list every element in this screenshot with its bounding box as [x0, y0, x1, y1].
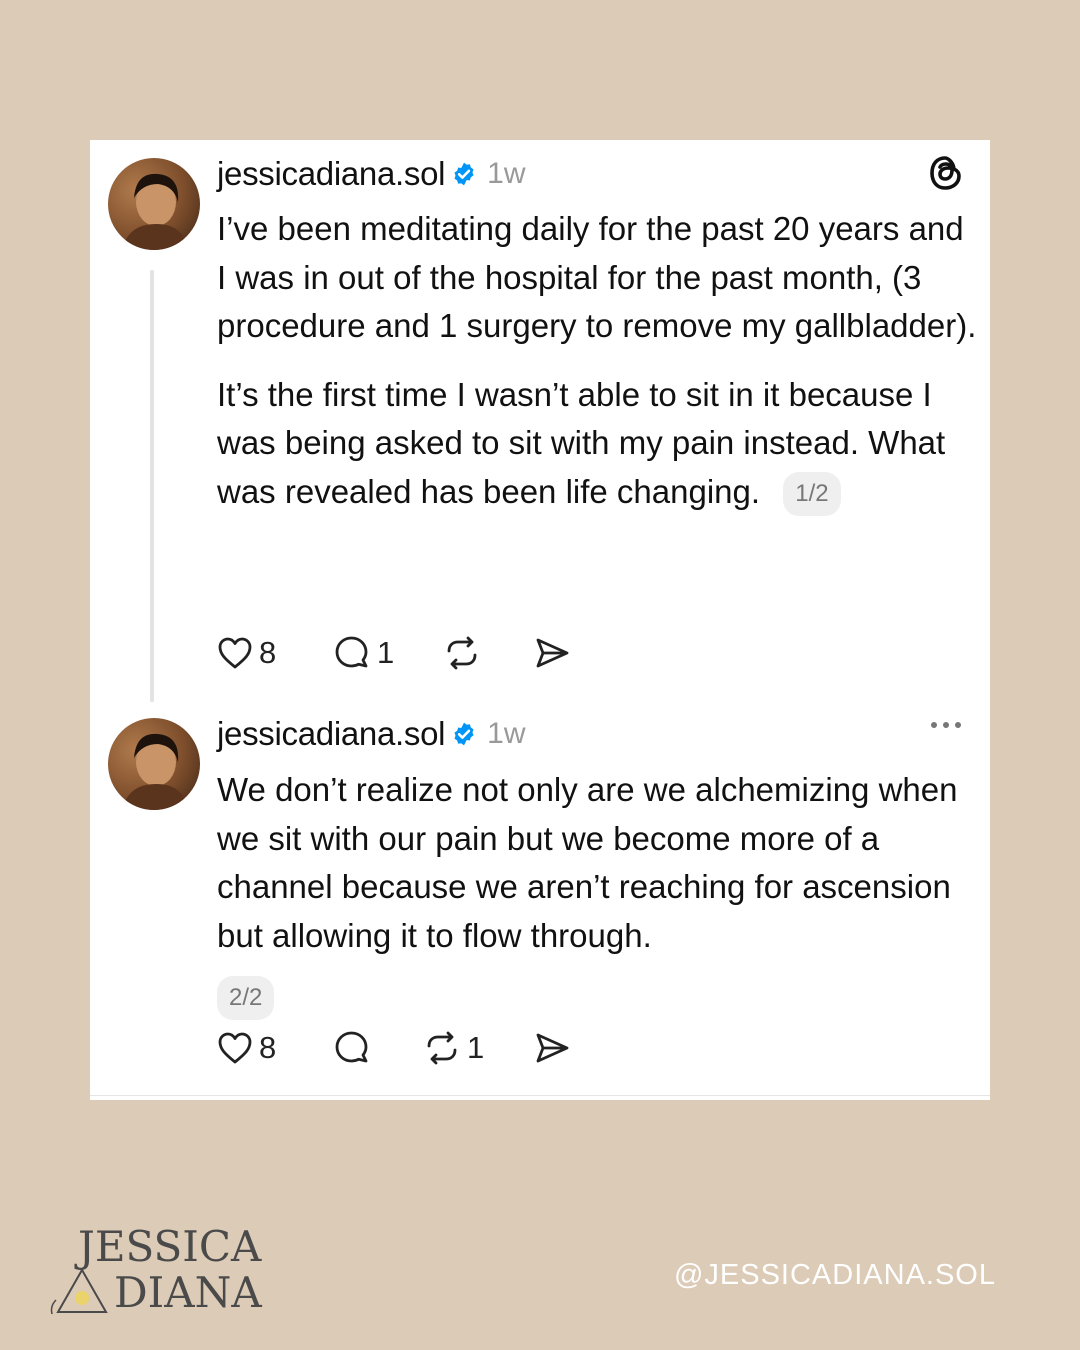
repost-icon [427, 1031, 457, 1065]
social-handle: @JESSICADIANA.SOL [673, 1259, 996, 1291]
heart-icon [218, 1032, 252, 1064]
reply-button[interactable]: 1 [333, 633, 394, 673]
repost-button[interactable]: 1 [423, 1028, 484, 1068]
thread-connector-line [150, 270, 154, 702]
repost-icon [447, 636, 477, 670]
username[interactable]: jessicadiana.sol [217, 155, 445, 193]
repost-button[interactable] [443, 633, 487, 673]
verified-badge-icon [454, 162, 474, 186]
like-button[interactable]: 8 [217, 633, 276, 673]
avatar[interactable] [108, 718, 200, 810]
like-count: 8 [259, 635, 277, 670]
thread-pager: 1/2 [783, 471, 841, 516]
post-body: I’ve been meditating daily for the past … [217, 205, 977, 516]
brand-logo: JESSICA DIANA [48, 1222, 262, 1322]
post-paragraph: It’s the first time I wasn’t able to sit… [217, 371, 977, 517]
share-button[interactable] [533, 633, 571, 673]
brand-name-line2: DIANA [114, 1268, 262, 1317]
comment-icon [335, 636, 368, 668]
share-button[interactable] [533, 1028, 571, 1068]
brand-name-line1: JESSICA [78, 1222, 262, 1271]
send-icon [536, 1033, 569, 1063]
username[interactable]: jessicadiana.sol [217, 715, 445, 753]
reply-button[interactable] [333, 1028, 377, 1068]
thread-pager: 2/2 [217, 976, 275, 1021]
post-time: 1w [487, 157, 526, 190]
post-paragraph: We don’t realize not only are we alchemi… [217, 771, 958, 954]
verified-badge-icon [454, 722, 474, 746]
post-header: jessicadiana.sol 1w [217, 712, 526, 756]
reply-count: 1 [377, 635, 395, 670]
heart-icon [218, 637, 252, 669]
like-button[interactable]: 8 [217, 1028, 276, 1068]
post-header: jessicadiana.sol 1w [217, 152, 526, 196]
post-pager-row: 2/2 [217, 972, 977, 1021]
threads-logo-icon[interactable] [928, 154, 964, 197]
post-time: 1w [487, 717, 526, 750]
like-count: 8 [259, 1030, 277, 1065]
more-options-icon[interactable] [928, 718, 964, 737]
repost-count: 1 [467, 1030, 485, 1065]
avatar[interactable] [108, 158, 200, 250]
send-icon [536, 638, 569, 668]
post-paragraph: I’ve been meditating daily for the past … [217, 210, 977, 344]
comment-icon [335, 1031, 368, 1063]
post-body: We don’t realize not only are we alchemi… [217, 766, 977, 1021]
threads-screenshot-card: jessicadiana.sol 1w I’ve been meditating… [90, 140, 990, 1100]
